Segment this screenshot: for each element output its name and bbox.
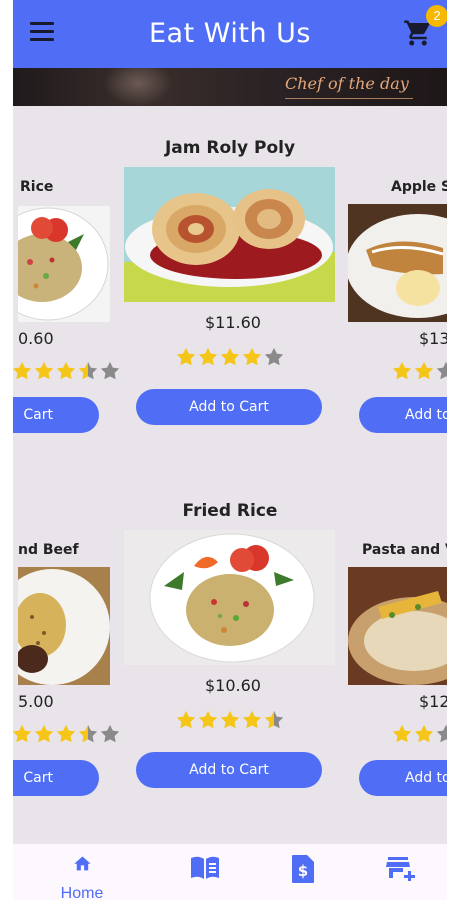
ground-beef-plate-graphic xyxy=(18,567,110,685)
app-bar: Eat With Us 2 xyxy=(13,0,447,68)
app-title: Eat With Us xyxy=(149,18,311,49)
svg-text:$: $ xyxy=(298,862,308,880)
food-carousel-section: Jam Roly Poly Rice 0.60 Cart $11.60 Add … xyxy=(13,130,447,460)
star-filled-icon xyxy=(34,361,54,380)
nav-item-home[interactable]: Home xyxy=(61,854,103,900)
jam-roly-poly-image[interactable] xyxy=(124,167,335,302)
pasta-plate-graphic xyxy=(348,567,447,685)
banner-text: Chef of the day xyxy=(285,74,409,93)
bottom-navigation: Home $ xyxy=(13,844,447,900)
star-empty-icon xyxy=(100,724,120,743)
fried-rice-image[interactable] xyxy=(18,206,110,322)
nav-label-home: Home xyxy=(60,885,104,900)
fried-rice-plate-graphic xyxy=(124,530,335,665)
item-price: $10.60 xyxy=(205,676,261,695)
star-filled-icon xyxy=(220,710,240,729)
rating-stars xyxy=(175,709,285,736)
banner-divider xyxy=(285,98,413,99)
chef-of-the-day-banner[interactable]: Chef of the day xyxy=(13,68,447,106)
rating-stars xyxy=(391,360,447,387)
button-label: Cart xyxy=(23,770,53,786)
star-filled-icon xyxy=(56,724,76,743)
item-name: nd Beef xyxy=(18,542,79,558)
rating-stars xyxy=(13,723,121,750)
receipt-dollar-icon: $ xyxy=(292,855,314,883)
star-filled-icon xyxy=(198,710,218,729)
add-to-cart-button[interactable]: Add to xyxy=(359,397,447,433)
item-price: $13 xyxy=(419,329,447,348)
chef-photo xyxy=(103,68,173,106)
apple-strudel-graphic xyxy=(348,204,447,322)
star-half-icon xyxy=(78,361,98,380)
star-filled-icon xyxy=(242,710,262,729)
add-to-cart-button[interactable]: Add to xyxy=(359,760,447,796)
button-label: Cart xyxy=(23,407,53,423)
item-price: 5.00 xyxy=(18,692,54,711)
star-filled-icon xyxy=(392,361,412,380)
star-filled-icon xyxy=(176,710,196,729)
pasta-image[interactable] xyxy=(348,567,447,685)
item-name: Pasta and V xyxy=(362,542,447,558)
apple-strudel-image[interactable] xyxy=(348,204,447,322)
star-empty-icon xyxy=(436,361,447,380)
star-empty-icon xyxy=(100,361,120,380)
star-filled-icon xyxy=(414,724,434,743)
fried-rice-plate-graphic xyxy=(18,207,109,321)
item-price: $12 xyxy=(419,692,447,711)
app-screen: Eat With Us 2 Chef of the day Jam Roly P… xyxy=(13,0,447,900)
star-filled-icon xyxy=(176,347,196,366)
add-to-cart-button[interactable]: Cart xyxy=(13,760,99,796)
section-title: Jam Roly Poly xyxy=(164,138,296,158)
nav-item-orders[interactable]: $ xyxy=(290,854,330,894)
item-price: 0.60 xyxy=(18,329,54,348)
star-filled-icon xyxy=(198,347,218,366)
item-price: $11.60 xyxy=(205,313,261,332)
star-filled-icon xyxy=(242,347,262,366)
ground-beef-image[interactable] xyxy=(18,567,110,685)
item-name: Apple S xyxy=(391,179,447,195)
rating-stars xyxy=(175,346,285,373)
nav-item-add-store[interactable] xyxy=(386,854,426,894)
food-carousel-section: Fried Rice nd Beef 5.00 Cart $10.60 Add … xyxy=(13,493,447,823)
add-to-cart-button[interactable]: Add to Cart xyxy=(136,752,322,788)
button-label: Add to xyxy=(405,770,447,786)
home-icon xyxy=(74,856,91,871)
nav-item-menu[interactable] xyxy=(189,854,229,894)
add-store-icon xyxy=(386,857,415,881)
star-empty-icon xyxy=(436,724,447,743)
star-half-icon xyxy=(264,710,284,729)
star-filled-icon xyxy=(414,361,434,380)
rating-stars xyxy=(391,723,447,750)
section-title: Fried Rice xyxy=(182,501,278,521)
add-to-cart-button[interactable]: Add to Cart xyxy=(136,389,322,425)
star-filled-icon xyxy=(13,361,32,380)
star-filled-icon xyxy=(392,724,412,743)
jam-roly-poly-graphic xyxy=(124,167,335,302)
rating-stars xyxy=(13,360,121,387)
cart-count-badge: 2 xyxy=(426,5,447,27)
add-to-cart-button[interactable]: Cart xyxy=(13,397,99,433)
menu-book-icon xyxy=(191,856,219,879)
star-empty-icon xyxy=(264,347,284,366)
star-filled-icon xyxy=(220,347,240,366)
star-filled-icon xyxy=(34,724,54,743)
button-label: Add to xyxy=(405,407,447,423)
star-half-icon xyxy=(78,724,98,743)
star-filled-icon xyxy=(56,361,76,380)
item-name: Rice xyxy=(20,179,54,195)
fried-rice-image[interactable] xyxy=(124,530,335,665)
star-filled-icon xyxy=(13,724,32,743)
